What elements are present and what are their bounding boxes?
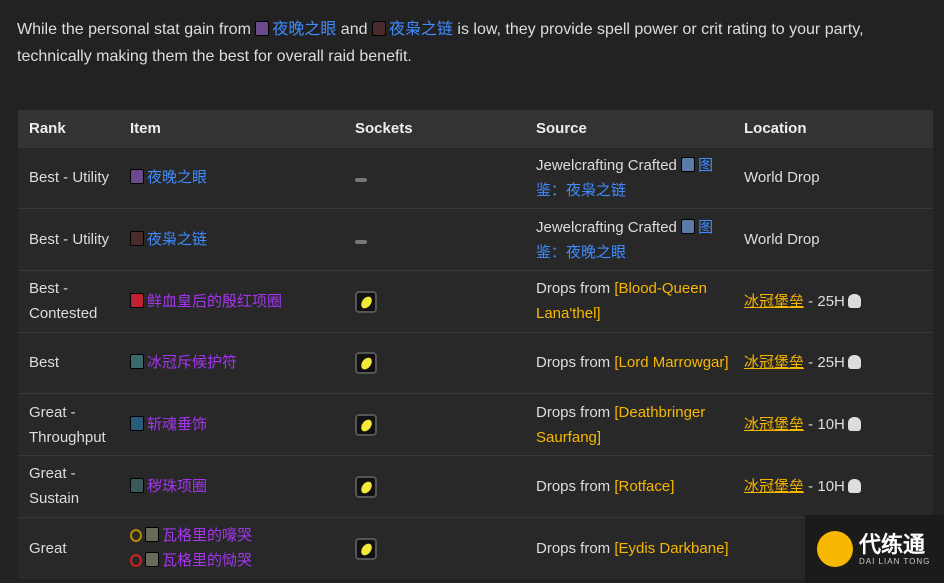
skull-icon [847, 293, 861, 308]
zone-link[interactable]: 冰冠堡垒 [744, 416, 804, 433]
item-cell: 鲜血皇后的殷红项圈 [119, 269, 344, 333]
sockets-cell [344, 146, 525, 209]
sockets-cell [344, 454, 525, 518]
item-cell: 秽珠项圈 [119, 454, 344, 518]
no-socket-dash [355, 240, 367, 245]
boss-link[interactable]: [Rotface] [614, 478, 674, 495]
location-cell: 冰冠堡垒 - 10H [733, 393, 933, 456]
item-link[interactable]: 瓦格里的恸哭 [162, 552, 252, 569]
col-location: Location [733, 110, 933, 147]
item-cell: 夜晚之眼 [119, 146, 344, 209]
col-rank: Rank [18, 110, 119, 147]
item-icon [371, 21, 386, 36]
table-row: Best 冰冠斥候护符 Drops from [Lord Marrowgar] 冰冠堡… [18, 331, 933, 394]
table-row: Best - Utility 夜枭之链 Jewelcrafting Crafted … [18, 208, 933, 271]
item-link[interactable]: 鲜血皇后的殷红项圈 [147, 293, 282, 310]
sockets-cell [344, 393, 525, 456]
table-row: Great - Sustain 秽珠项圈 Drops from [Rotface] 冰… [18, 454, 933, 518]
yellow-socket-icon [355, 537, 377, 560]
item-cell: 瓦格里的嚎哭 瓦格里的恸哭 [119, 516, 344, 579]
item-icon [145, 552, 159, 568]
location-cell: World Drop [733, 146, 933, 209]
item-icon [130, 231, 144, 247]
location-cell: 冰冠堡垒 - 10H [733, 454, 933, 518]
logo-icon [817, 531, 853, 567]
sockets-cell [344, 269, 525, 333]
skull-icon [847, 478, 861, 493]
source-cell: Jewelcrafting Crafted 图鉴：夜枭之链 [525, 146, 733, 209]
location-cell: 冰冠堡垒 - 25H [733, 269, 933, 333]
item-icon [145, 527, 159, 543]
rank-cell: Best [18, 331, 119, 394]
item-icon [130, 477, 144, 493]
source-cell: Jewelcrafting Crafted 图鉴：夜晚之眼 [525, 208, 733, 271]
col-sockets: Sockets [344, 110, 525, 147]
horde-icon [130, 554, 142, 568]
table-row: Best - Utility 夜晚之眼 Jewelcrafting Crafted … [18, 146, 933, 209]
no-socket-dash [355, 178, 367, 183]
skull-icon [847, 417, 861, 432]
item-cell: 冰冠斥候护符 [119, 331, 344, 394]
source-cell: Drops from [Blood-Queen Lana'thel] [525, 269, 733, 333]
source-cell: Drops from [Lord Marrowgar] [525, 331, 733, 394]
intro-paragraph: While the personal stat gain from 夜晚之眼 a… [17, 21, 864, 65]
item-link[interactable]: 斩魂垂饰 [147, 416, 207, 433]
col-item: Item [119, 110, 344, 147]
location-cell: World Drop [733, 208, 933, 271]
zone-link[interactable]: 冰冠堡垒 [744, 354, 804, 371]
recipe-icon [681, 218, 696, 234]
source-cell: Drops from [Eydis Darkbane] [525, 516, 733, 579]
source-cell: Drops from [Rotface] [525, 454, 733, 518]
item-link[interactable]: 冰冠斥候护符 [147, 354, 237, 371]
source-cell: Drops from [Deathbringer Saurfang] [525, 393, 733, 456]
necklace-table: Rank Item Sockets Source Location Best -… [18, 110, 933, 579]
rank-cell: Great - Throughput [18, 393, 119, 456]
alliance-icon [130, 529, 142, 543]
rank-cell: Best - Utility [18, 208, 119, 271]
boss-link[interactable]: [Lord Marrowgar] [614, 354, 728, 371]
zone-link[interactable]: 冰冠堡垒 [744, 293, 804, 310]
yellow-socket-icon [355, 475, 377, 498]
skull-icon [847, 355, 861, 370]
watermark-title: 代练通 [859, 531, 926, 557]
item-link[interactable]: 夜晚之眼 [272, 21, 336, 38]
item-link[interactable]: 秽珠项圈 [147, 478, 207, 495]
item-cell: 斩魂垂饰 [119, 393, 344, 456]
table-row: Great 瓦格里的嚎哭 瓦格里的恸哭 Drops from [Eydis Darkb… [18, 516, 933, 579]
item-icon [130, 354, 144, 370]
watermark-subtitle: DAI LIAN TONG [859, 556, 931, 566]
yellow-socket-icon [355, 352, 377, 375]
sockets-cell [344, 208, 525, 271]
rank-cell: Great [18, 516, 119, 579]
table-row: Best - Contested 鲜血皇后的殷红项圈 Drops from [Blo… [18, 269, 933, 333]
item-icon [255, 21, 270, 36]
rank-cell: Great - Sustain [18, 454, 119, 518]
item-link[interactable]: 夜晚之眼 [147, 169, 207, 186]
zone-link[interactable]: 冰冠堡垒 [744, 478, 804, 495]
watermark-logo: 代练通 DAI LIAN TONG [805, 515, 944, 583]
item-link[interactable]: 夜枭之链 [389, 21, 453, 38]
rank-cell: Best - Utility [18, 146, 119, 209]
yellow-socket-icon [355, 290, 377, 313]
location-cell: 冰冠堡垒 - 25H [733, 331, 933, 394]
item-icon [130, 292, 144, 308]
item-link[interactable]: 夜枭之链 [147, 231, 207, 248]
rank-cell: Best - Contested [18, 269, 119, 333]
item-link[interactable]: 瓦格里的嚎哭 [162, 527, 252, 544]
item-cell: 夜枭之链 [119, 208, 344, 271]
item-icon [130, 169, 144, 185]
yellow-socket-icon [355, 414, 377, 437]
col-source: Source [525, 110, 733, 147]
item-icon [130, 416, 144, 432]
boss-link[interactable]: [Eydis Darkbane] [614, 540, 728, 557]
recipe-icon [681, 156, 696, 172]
table-row: Great - Throughput 斩魂垂饰 Drops from [Deathb… [18, 393, 933, 456]
sockets-cell [344, 331, 525, 394]
sockets-cell [344, 516, 525, 579]
